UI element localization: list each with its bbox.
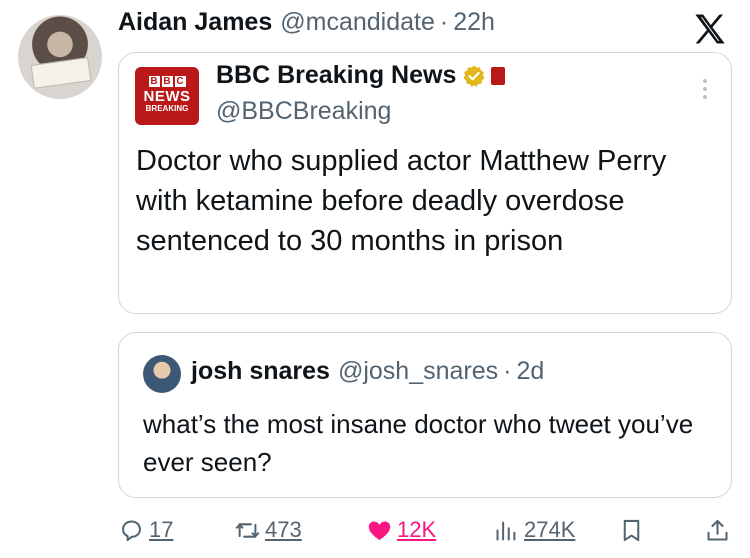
like-button[interactable]: 12K (366, 512, 436, 548)
quoted-tweet-text: Doctor who supplied actor Matthew Perry … (136, 145, 667, 257)
more-icon[interactable] (703, 79, 709, 103)
avatar-sign (30, 57, 92, 89)
views-icon (496, 521, 516, 541)
views-button[interactable]: 274K (493, 512, 575, 548)
reply-time[interactable]: 2d (516, 357, 544, 386)
bbc-logo-blocks: B B C (135, 76, 199, 87)
bbc-news-avatar[interactable]: B B C NEWS BREAKING (135, 67, 199, 125)
author-handle[interactable]: @mcandidate (280, 8, 435, 37)
bookmark-icon (623, 519, 640, 541)
reply-icon (122, 519, 141, 541)
verified-badge-icon (463, 65, 485, 87)
bookmark-button[interactable] (618, 512, 645, 548)
bbc-logo-letter: B (161, 76, 173, 87)
author-name[interactable]: Aidan James (118, 8, 272, 37)
repost-count: 473 (265, 517, 302, 542)
like-icon (368, 521, 391, 540)
affiliation-badge-icon (491, 66, 506, 85)
like-count: 12K (397, 517, 437, 542)
reply-tweet-card[interactable]: josh snares @josh_snares · 2d what’s the… (118, 332, 732, 498)
bbc-logo-breaking: BREAKING (145, 104, 189, 113)
reply-count: 17 (149, 517, 174, 542)
repost-button[interactable]: 473 (234, 512, 302, 548)
quoted-author-row: BBC Breaking News (216, 61, 506, 90)
reply-author-handle[interactable]: @josh_snares (338, 357, 498, 386)
share-icon (707, 519, 728, 541)
view-count: 274K (524, 517, 576, 542)
bbc-logo-news: NEWS (143, 88, 191, 105)
repost-icon (235, 522, 260, 538)
separator: · (439, 8, 449, 36)
reply-author-row: josh snares @josh_snares · 2d (191, 357, 544, 386)
tweet-view: Aidan James @mcandidate · 22h B B C NEWS… (0, 0, 750, 558)
x-logo-icon[interactable] (690, 10, 730, 48)
tweet-time[interactable]: 22h (453, 8, 495, 37)
quoted-author-name[interactable]: BBC Breaking News (216, 61, 456, 90)
reply-author-name[interactable]: josh snares (191, 357, 330, 386)
reply-author-avatar[interactable] (143, 355, 181, 393)
tweet-header: Aidan James @mcandidate · 22h (118, 8, 495, 48)
quoted-author-handle[interactable]: @BBCBreaking (216, 97, 391, 126)
reply-tweet-text: what’s the most insane doctor who tweet … (143, 409, 694, 477)
reply-button[interactable]: 17 (118, 512, 173, 548)
separator: · (503, 357, 512, 385)
share-button[interactable] (704, 512, 731, 548)
author-avatar[interactable] (18, 15, 102, 99)
quoted-tweet-card[interactable]: B B C NEWS BREAKING BBC Breaking News @B… (118, 52, 732, 314)
bbc-logo-letter: C (174, 76, 186, 87)
action-bar: 17 473 12K 274K (118, 512, 730, 548)
bbc-logo-letter: B (148, 76, 160, 87)
